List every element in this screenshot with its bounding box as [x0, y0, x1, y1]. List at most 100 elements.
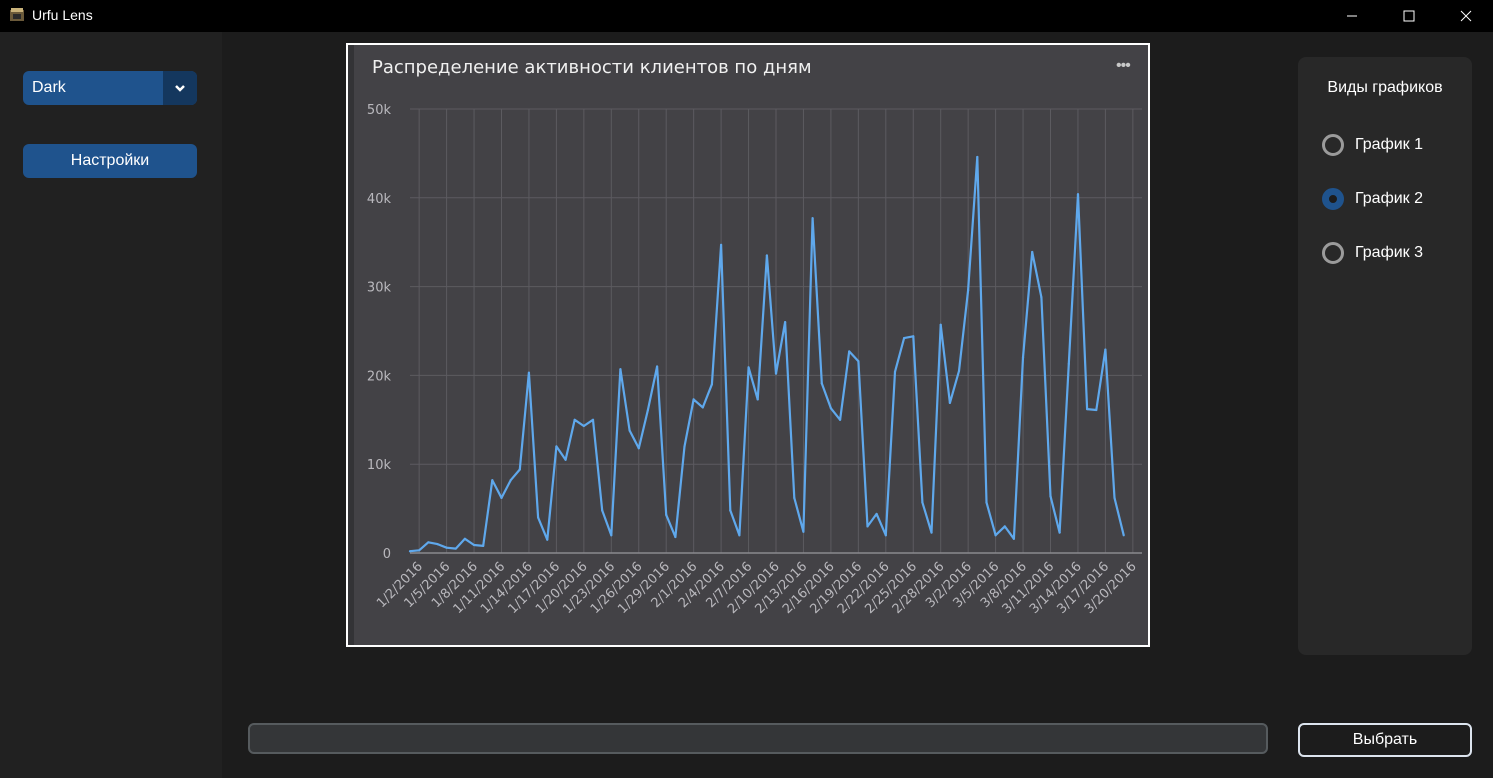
data-point: [811, 217, 814, 220]
close-button[interactable]: [1438, 0, 1493, 32]
theme-dropdown[interactable]: Dark: [23, 71, 197, 105]
data-point: [1021, 356, 1025, 359]
data-point: [564, 458, 567, 461]
data-point: [829, 407, 832, 410]
data-point: [482, 544, 485, 547]
theme-dropdown-value: Dark: [32, 79, 66, 96]
data-point: [491, 479, 494, 482]
data-point: [1113, 496, 1116, 500]
data-point: [912, 335, 915, 338]
data-point: [665, 513, 668, 516]
series-line: [409, 155, 1125, 553]
data-point: [692, 398, 695, 401]
chart-types-panel: Виды графиков График 1 График 2 График 3: [1298, 57, 1472, 655]
data-point: [445, 546, 448, 549]
y-tick-label: 20k: [367, 369, 392, 384]
maximize-button[interactable]: [1381, 0, 1437, 32]
data-point: [848, 350, 851, 353]
data-point: [619, 368, 622, 371]
data-point: [601, 509, 604, 512]
app-icon: [10, 8, 24, 21]
data-point: [573, 418, 576, 421]
data-point: [509, 479, 512, 482]
radio-label: График 3: [1355, 244, 1424, 261]
data-point: [784, 321, 787, 324]
radio-chart-2[interactable]: График 2: [1322, 185, 1462, 213]
data-point: [967, 289, 970, 292]
data-point: [637, 447, 640, 450]
window-title: Urfu Lens: [32, 7, 93, 23]
data-point: [628, 429, 631, 432]
maximize-icon: [1403, 10, 1415, 22]
data-point: [957, 369, 961, 373]
data-point: [518, 468, 521, 471]
data-point: [701, 406, 704, 409]
data-point: [948, 401, 951, 405]
radio-chart-1[interactable]: График 1: [1322, 131, 1462, 159]
data-point: [436, 543, 439, 546]
data-point: [1031, 250, 1034, 254]
line-chart: 010k20k30k40k50k1/2/20161/5/20161/8/2016…: [367, 103, 1142, 617]
data-point: [418, 549, 421, 552]
data-point: [610, 534, 613, 537]
data-point: [893, 370, 897, 373]
data-point: [1058, 531, 1061, 534]
data-point: [1104, 348, 1107, 351]
data-point: [930, 531, 933, 534]
radio-label: График 1: [1355, 136, 1424, 153]
minimize-button[interactable]: [1324, 0, 1380, 32]
settings-button[interactable]: Настройки: [23, 144, 197, 178]
y-tick-label: 40k: [367, 192, 392, 207]
data-point: [994, 534, 997, 537]
y-tick-label: 30k: [367, 281, 392, 296]
data-point: [747, 366, 750, 369]
data-point: [738, 534, 741, 537]
data-point: [546, 538, 549, 541]
data-point: [985, 501, 988, 504]
data-point: [729, 509, 732, 512]
chart-types-title: Виды графиков: [1327, 79, 1443, 96]
data-point: [591, 418, 595, 421]
data-point: [472, 543, 476, 547]
chart-panel: Распределение активности клиентов по дня…: [346, 43, 1150, 647]
data-point: [756, 398, 759, 401]
radio-circle[interactable]: [1322, 242, 1344, 264]
file-path-input[interactable]: [248, 723, 1268, 754]
data-point: [1095, 408, 1098, 412]
data-point: [555, 445, 558, 448]
radio-chart-3[interactable]: График 3: [1322, 239, 1462, 267]
data-point: [454, 547, 457, 550]
data-point: [1122, 534, 1125, 537]
radio-label: График 2: [1355, 190, 1424, 207]
data-point: [1012, 537, 1016, 540]
data-point: [463, 537, 466, 540]
data-point: [1076, 193, 1080, 196]
data-point: [765, 254, 768, 257]
data-point: [500, 496, 503, 500]
data-point: [710, 383, 714, 386]
radio-circle[interactable]: [1322, 134, 1344, 156]
data-point: [976, 155, 979, 159]
data-point: [537, 516, 540, 519]
data-point: [646, 408, 649, 412]
radio-circle[interactable]: [1322, 188, 1344, 210]
select-button[interactable]: Выбрать: [1298, 723, 1472, 757]
data-point: [655, 365, 659, 368]
close-icon: [1460, 10, 1472, 22]
data-point: [866, 525, 869, 528]
data-point: [1086, 408, 1089, 411]
data-point: [793, 496, 796, 500]
chevron-down-icon: [175, 85, 185, 92]
y-tick-label: 0: [383, 547, 391, 562]
data-point: [875, 512, 878, 516]
data-point: [820, 382, 823, 385]
data-point: [582, 424, 585, 428]
theme-dropdown-arrow[interactable]: [163, 71, 197, 105]
data-point: [921, 501, 924, 504]
data-point: [720, 243, 723, 246]
data-point: [1049, 495, 1052, 498]
y-tick-label: 10k: [367, 458, 392, 473]
data-point: [774, 372, 778, 375]
data-point: [802, 530, 805, 533]
title-bar: Urfu Lens: [0, 0, 1493, 32]
